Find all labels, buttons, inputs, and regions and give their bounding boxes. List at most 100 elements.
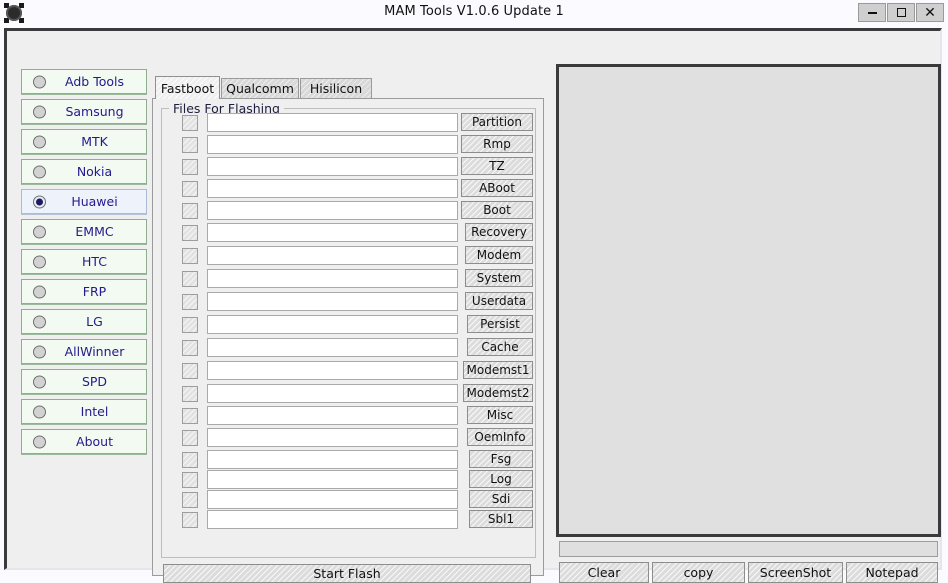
checkbox-fsg[interactable] — [182, 452, 198, 468]
sidebar-item-emmc[interactable]: EMMC — [21, 219, 147, 244]
browse-button-sdi[interactable]: Sdi — [469, 490, 533, 508]
checkbox-sdi[interactable] — [182, 492, 198, 508]
checkbox-boot[interactable] — [182, 203, 198, 219]
path-input-misc[interactable] — [207, 406, 458, 425]
copy-button[interactable]: copy — [652, 562, 745, 583]
checkbox-recovery[interactable] — [182, 225, 198, 241]
browse-button-cache[interactable]: Cache — [467, 338, 533, 356]
path-input-oeminfo[interactable] — [207, 428, 458, 447]
sidebar-item-frp[interactable]: FRP — [21, 279, 147, 304]
path-input-recovery[interactable] — [207, 223, 458, 242]
tab-qualcomm-label: Qualcomm — [226, 81, 294, 96]
path-input-sbl1[interactable] — [207, 510, 458, 529]
browse-button-userdata[interactable]: Userdata — [465, 292, 533, 310]
checkbox-cache[interactable] — [182, 340, 198, 356]
path-input-userdata[interactable] — [207, 292, 458, 311]
notepad-button[interactable]: Notepad — [846, 562, 938, 583]
sidebar-item-allwinner[interactable]: AllWinner — [21, 339, 147, 364]
browse-button-oeminfo[interactable]: OemInfo — [467, 428, 533, 446]
browse-button-system[interactable]: System — [465, 269, 533, 287]
path-input-sdi[interactable] — [207, 490, 458, 509]
checkbox-userdata[interactable] — [182, 294, 198, 310]
browse-button-modemst1[interactable]: Modemst1 — [463, 361, 533, 379]
tab-fastboot[interactable]: Fastboot — [155, 76, 220, 99]
browse-button-rmp[interactable]: Rmp — [461, 135, 533, 153]
path-input-log[interactable] — [207, 470, 458, 489]
browse-button-label: Partition — [471, 115, 522, 129]
radio-icon — [33, 105, 46, 118]
sidebar-item-intel[interactable]: Intel — [21, 399, 147, 424]
file-row: Boot — [162, 200, 537, 222]
checkbox-oeminfo[interactable] — [182, 430, 198, 446]
path-input-fsg[interactable] — [207, 450, 458, 469]
browse-button-boot[interactable]: Boot — [461, 201, 533, 219]
screenshot-button[interactable]: ScreenShot — [748, 562, 843, 583]
browse-button-tz[interactable]: TZ — [461, 157, 533, 175]
path-input-modem[interactable] — [207, 246, 458, 265]
path-input-cache[interactable] — [207, 338, 458, 357]
path-input-modemst1[interactable] — [207, 361, 458, 380]
tab-hisilicon[interactable]: Hisilicon — [300, 78, 372, 98]
file-row: Rmp — [162, 134, 537, 156]
checkbox-log[interactable] — [182, 472, 198, 488]
sidebar-item-adb-tools[interactable]: Adb Tools — [21, 69, 147, 94]
checkbox-partition[interactable] — [182, 115, 198, 131]
progress-bar-track — [559, 541, 938, 557]
maximize-button[interactable] — [887, 3, 915, 22]
checkbox-aboot[interactable] — [182, 181, 198, 197]
path-input-persist[interactable] — [207, 315, 458, 334]
sidebar-item-samsung[interactable]: Samsung — [21, 99, 147, 124]
checkbox-modemst1[interactable] — [182, 363, 198, 379]
path-input-modemst2[interactable] — [207, 384, 458, 403]
tab-hisilicon-label: Hisilicon — [309, 81, 363, 96]
browse-button-modem[interactable]: Modem — [465, 246, 533, 264]
file-row: TZ — [162, 156, 537, 178]
tab-qualcomm[interactable]: Qualcomm — [221, 78, 299, 98]
checkbox-tz[interactable] — [182, 159, 198, 175]
browse-button-misc[interactable]: Misc — [467, 406, 533, 424]
window-title: MAM Tools V1.0.6 Update 1 — [384, 4, 564, 19]
path-input-system[interactable] — [207, 269, 458, 288]
browse-button-label: Rmp — [483, 137, 511, 151]
path-input-partition[interactable] — [207, 113, 458, 132]
file-row: Sdi — [162, 489, 537, 511]
checkbox-persist[interactable] — [182, 317, 198, 333]
browse-button-aboot[interactable]: ABoot — [461, 179, 533, 197]
browse-button-label: Misc — [486, 408, 514, 422]
sidebar-item-spd[interactable]: SPD — [21, 369, 147, 394]
clear-button[interactable]: Clear — [559, 562, 649, 583]
browse-button-log[interactable]: Log — [469, 470, 533, 488]
browse-button-modemst2[interactable]: Modemst2 — [463, 384, 533, 402]
browse-button-partition[interactable]: Partition — [461, 113, 533, 131]
browse-button-persist[interactable]: Persist — [467, 315, 533, 333]
checkbox-modem[interactable] — [182, 248, 198, 264]
start-flash-button[interactable]: Start Flash — [163, 564, 531, 583]
checkbox-modemst2[interactable] — [182, 386, 198, 402]
sidebar-item-huawei[interactable]: Huawei — [21, 189, 147, 214]
log-output[interactable] — [556, 64, 941, 537]
sidebar-item-lg[interactable]: LG — [21, 309, 147, 334]
path-input-tz[interactable] — [207, 157, 458, 176]
browse-button-fsg[interactable]: Fsg — [469, 450, 533, 468]
sidebar-item-htc[interactable]: HTC — [21, 249, 147, 274]
browse-button-recovery[interactable]: Recovery — [465, 223, 533, 241]
radio-icon — [33, 315, 46, 328]
browse-button-label: Log — [490, 472, 512, 486]
sidebar-item-mtk[interactable]: MTK — [21, 129, 147, 154]
checkbox-system[interactable] — [182, 271, 198, 287]
sidebar-item-label: About — [76, 434, 113, 449]
close-button[interactable]: ✕ — [916, 3, 944, 22]
checkbox-rmp[interactable] — [182, 137, 198, 153]
path-input-rmp[interactable] — [207, 135, 458, 154]
checkbox-sbl1[interactable] — [182, 512, 198, 528]
path-input-boot[interactable] — [207, 201, 458, 220]
sidebar-item-nokia[interactable]: Nokia — [21, 159, 147, 184]
sidebar-item-about[interactable]: About — [21, 429, 147, 454]
checkbox-misc[interactable] — [182, 408, 198, 424]
browse-button-sbl1[interactable]: Sbl1 — [469, 510, 533, 528]
radio-icon — [33, 165, 46, 178]
radio-icon — [33, 225, 46, 238]
path-input-aboot[interactable] — [207, 179, 458, 198]
minimize-button[interactable] — [858, 3, 886, 22]
file-row: Partition — [162, 112, 537, 134]
